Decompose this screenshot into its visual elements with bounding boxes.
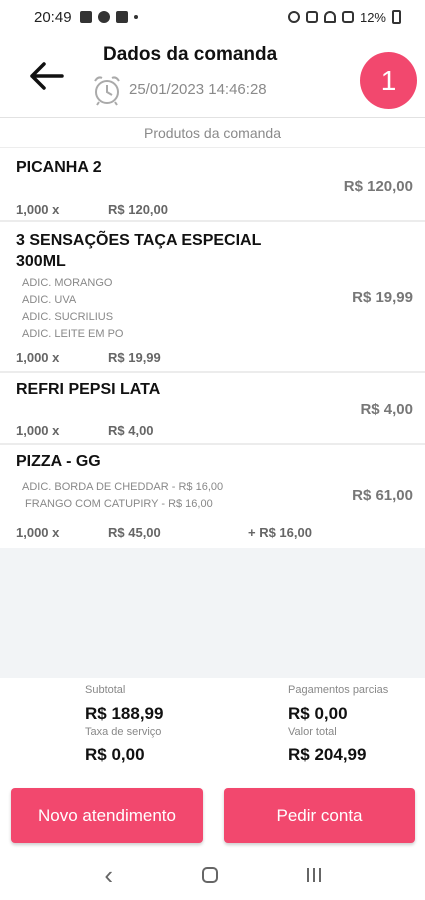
addition: ADIC. UVA [22,294,77,306]
app-header: Dados da comanda 25/01/2023 14:46:28 1 [0,34,425,118]
item-price: R$ 120,00 [343,178,413,195]
item-price: R$ 61,00 [352,487,413,504]
arrow-left-icon [30,62,64,90]
item-unit-price: R$ 19,99 [108,350,161,365]
item-additions: ADIC. MORANGO ADIC. UVA ADIC. SUCRILIUS … [22,275,123,343]
partial-payments-value: R$ 0,00 [288,704,348,723]
list-item[interactable]: 3 SENSAÇÕES TAÇA ESPECIAL 300ML R$ 19,99… [0,222,425,373]
notification-icons [79,11,138,23]
new-service-button[interactable]: Novo atendimento [11,788,203,843]
item-qty: 1,000 x [16,525,60,540]
list-item[interactable]: PIZZA - GG R$ 61,00 ADIC. BORDA DE CHEDD… [0,445,425,548]
nav-recents-icon[interactable] [306,868,321,882]
battery-percent: 12% [359,9,386,25]
item-qty: 1,000 x [16,202,60,217]
item-qty: 1,000 x [16,350,60,365]
gallery-icon [79,11,92,23]
list-empty-area [0,548,425,678]
item-extra-price: + R$ 16,00 [248,525,312,540]
item-unit-price: R$ 120,00 [108,202,168,217]
subtotal-value: R$ 188,99 [85,704,164,723]
alarm-clock-icon [94,76,120,106]
addition: ADIC. SUCRILIUS [22,311,114,323]
product-list: PICANHA 2 R$ 120,00 1,000 x R$ 120,00 3 … [0,149,425,548]
addition: ADIC. BORDA DE CHEDDAR - R$ 16,00 [22,481,224,493]
wifi-icon [323,11,336,23]
total-label: Valor total [288,726,337,738]
item-unit-price: R$ 45,00 [108,525,161,540]
subtotal-label: Subtotal [85,684,126,696]
request-bill-button[interactable]: Pedir conta [224,788,415,843]
more-dot-icon [133,15,138,19]
item-qty: 1,000 x [16,423,60,438]
total-value: R$ 204,99 [288,745,367,764]
order-datetime: 25/01/2023 14:46:28 [129,81,267,98]
item-price: R$ 4,00 [360,401,413,418]
alarm-icon [287,11,300,23]
status-time: 20:49 [34,8,72,26]
page-title: Dados da comanda [103,44,278,65]
item-name: 3 SENSAÇÕES TAÇA ESPECIAL 300ML [16,232,262,270]
list-item[interactable]: PICANHA 2 R$ 120,00 1,000 x R$ 120,00 [0,149,425,222]
back-button[interactable] [24,54,68,98]
addition: FRANGO COM CATUPIRY - R$ 16,00 [22,498,213,510]
nav-back-icon[interactable]: ‹ [104,860,113,891]
item-name: REFRI PEPSI LATA [16,381,161,398]
status-bar: 20:49 12% [0,0,425,34]
list-item[interactable]: REFRI PEPSI LATA R$ 4,00 1,000 x R$ 4,00 [0,373,425,445]
service-fee-value: R$ 0,00 [85,745,145,764]
system-nav-bar: ‹ [0,850,425,900]
mute-icon [305,11,318,23]
addition: ADIC. MORANGO [22,277,113,289]
youtube-icon [115,11,128,23]
addition: ADIC. LEITE EM PO [22,328,124,340]
item-additions: ADIC. BORDA DE CHEDDAR - R$ 16,00 FRANGO… [22,479,223,513]
item-unit-price: R$ 4,00 [108,423,154,438]
registered-icon [97,11,110,23]
order-summary: Subtotal R$ 188,99 Pagamentos parcias R$… [0,678,425,778]
signal-icon [341,11,354,23]
item-name: PIZZA - GG [16,453,101,470]
service-fee-label: Taxa de serviço [85,726,162,738]
partial-payments-label: Pagamentos parcias [288,684,389,696]
products-section-label: Produtos da comanda [0,120,425,148]
nav-home-icon[interactable] [201,867,218,883]
item-name: PICANHA 2 [16,159,102,176]
item-price: R$ 19,99 [352,289,413,306]
order-number-badge: 1 [360,52,417,109]
battery-icon [392,10,401,24]
